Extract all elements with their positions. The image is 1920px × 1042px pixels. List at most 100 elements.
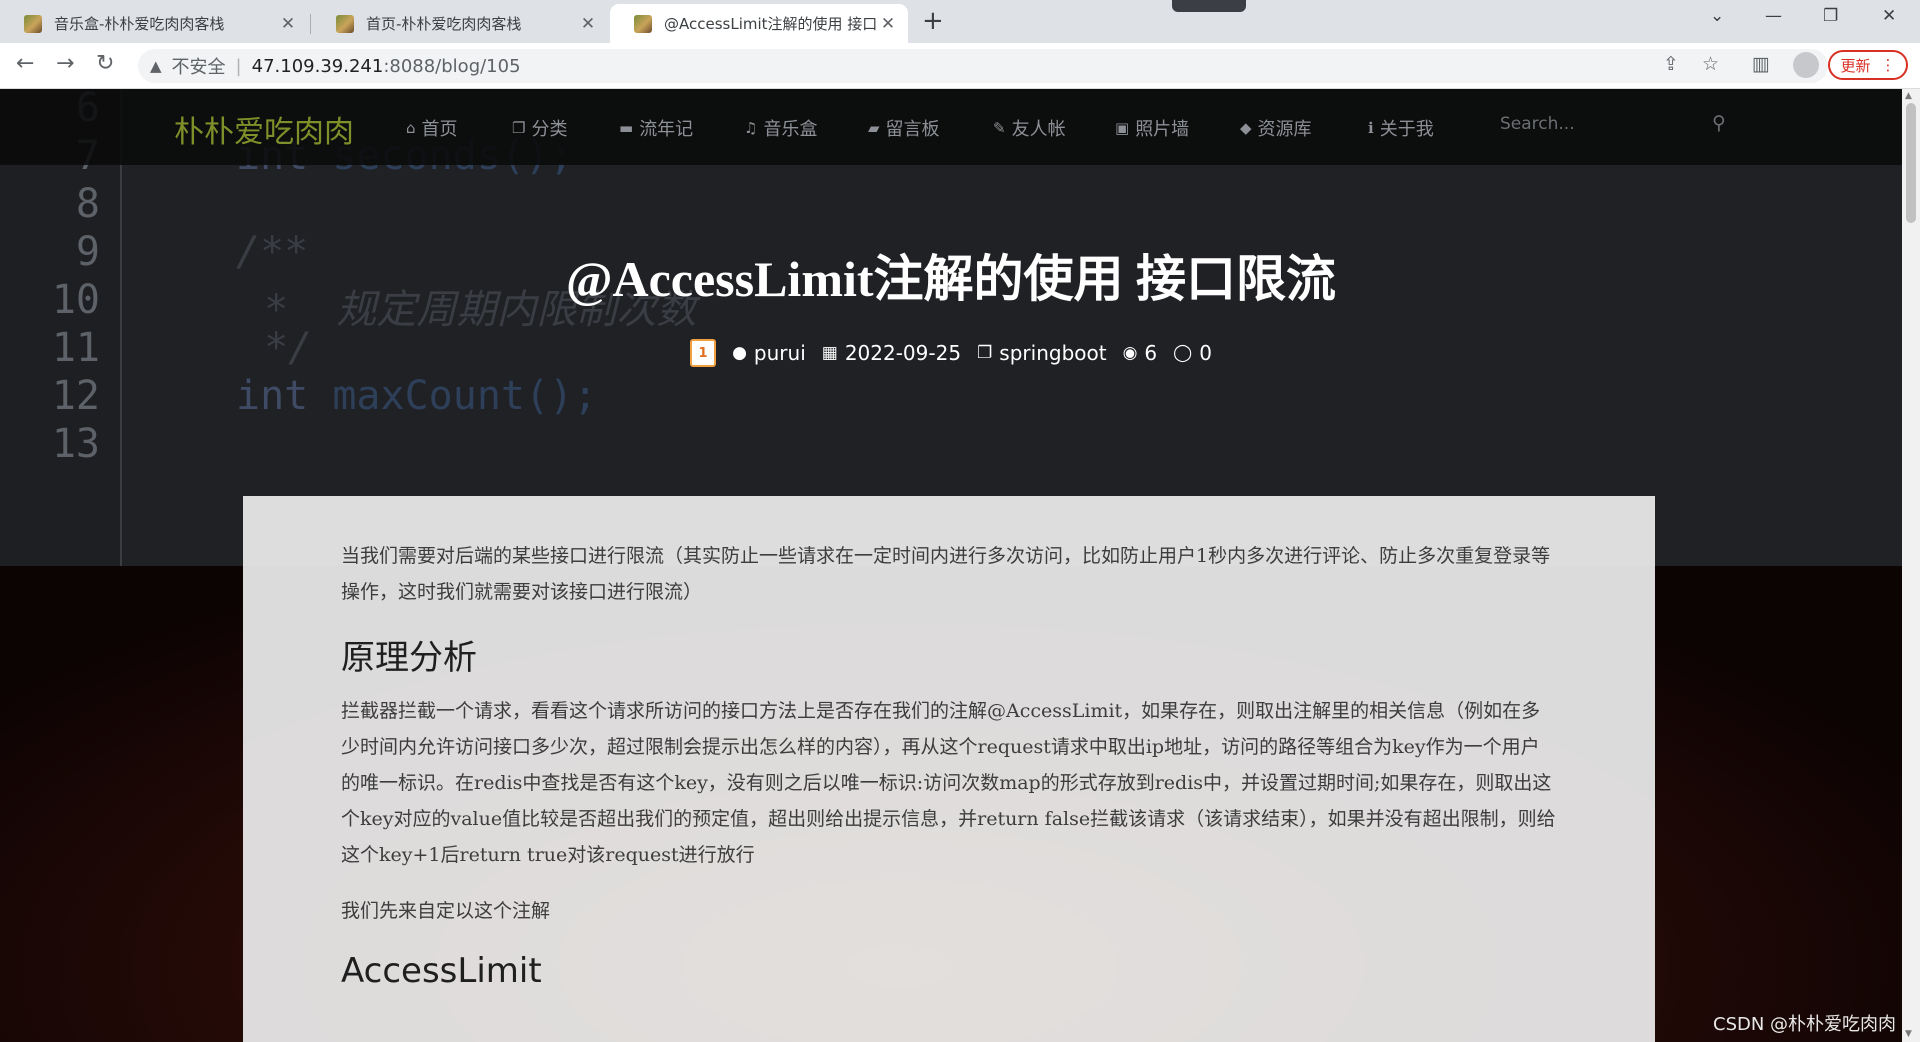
site-favicon-icon — [634, 14, 652, 33]
bookmark-star-icon[interactable]: ☆ — [1702, 53, 1719, 75]
article-heading: AccessLimit — [341, 951, 542, 991]
photo-icon: ▣ — [1115, 119, 1130, 137]
nav-item-message-board[interactable]: ▰ 留言板 — [868, 115, 940, 141]
article-heading: 原理分析 — [341, 638, 477, 678]
nav-item-music[interactable]: ♫ 音乐盒 — [744, 115, 817, 141]
pencil-icon: ✎ — [993, 119, 1006, 137]
line-number: 13 — [51, 421, 100, 467]
nav-label: 分类 — [531, 119, 568, 140]
user-icon: ● — [732, 343, 747, 363]
url-host: 47.109.39.241 — [251, 55, 384, 77]
nav-label: 首页 — [421, 119, 458, 140]
page-scrollbar[interactable]: ▲ ▼ — [1902, 89, 1920, 1042]
comments-count: 0 — [1199, 341, 1212, 365]
nav-item-timeline[interactable]: ▬ 流年记 — [619, 115, 693, 141]
scroll-down-icon[interactable]: ▼ — [1905, 1029, 1912, 1039]
back-button[interactable]: ← — [16, 51, 34, 76]
page-viewport: 6 7 8 9 10 11 12 13 int seconds(); /** *… — [0, 89, 1902, 1042]
browser-toolbar: ← → ↻ ▲ 不安全 | 47.109.39.241 :8088/blog/1… — [0, 43, 1920, 89]
tab-close-icon[interactable]: ✕ — [278, 14, 298, 34]
post-title: @AccessLimit注解的使用 接口限流 — [565, 251, 1337, 307]
article-paragraph: 我们先来自定以这个注解 — [341, 900, 551, 922]
tab-title: @AccessLimit注解的使用 接口限 — [664, 15, 878, 33]
tab-close-icon[interactable]: ✕ — [878, 14, 898, 34]
line-number: 8 — [75, 181, 100, 227]
site-brand[interactable]: 朴朴爱吃肉肉 — [174, 107, 354, 151]
nav-item-about[interactable]: ℹ 关于我 — [1368, 115, 1434, 141]
reload-button[interactable]: ↻ — [96, 51, 114, 76]
nav-label: 音乐盒 — [763, 119, 818, 140]
nav-label: 流年记 — [639, 119, 694, 140]
minimize-button[interactable]: — — [1765, 6, 1782, 26]
close-window-button[interactable]: ✕ — [1882, 6, 1896, 26]
csdn-watermark: CSDN @朴朴爱吃肉肉 — [1713, 1014, 1897, 1035]
nav-label: 关于我 — [1379, 119, 1434, 140]
post-type-badge: 1 — [690, 339, 717, 367]
nav-item-resources[interactable]: ◆ 资源库 — [1240, 115, 1312, 141]
nav-item-friends[interactable]: ✎ 友人帐 — [993, 115, 1066, 141]
nav-label: 留言板 — [885, 119, 940, 140]
info-icon: ℹ — [1368, 119, 1374, 137]
author-name: purui — [753, 341, 806, 365]
tab-separator — [310, 14, 311, 34]
article-body: 当我们需要对后端的某些接口进行限流（其实防止一些请求在一定时间内进行多次访问，比… — [243, 496, 1655, 1042]
nav-item-photos[interactable]: ▣ 照片墙 — [1115, 115, 1189, 141]
message-board-icon: ▰ — [868, 119, 880, 137]
article-paragraph: 拦截器拦截一个请求，看看这个请求所访问的接口方法上是否存在我们的注解@Acces… — [341, 700, 1556, 866]
nav-label: 照片墙 — [1135, 119, 1190, 140]
nav-item-category[interactable]: ❐ 分类 — [512, 115, 567, 141]
line-number: 12 — [51, 373, 100, 419]
category-icon: ❐ — [977, 343, 993, 363]
tab-title: 首页-朴朴爱吃肉肉客栈 — [366, 15, 522, 33]
post-views: ◉ 6 — [1123, 341, 1158, 365]
article-paragraph: 当我们需要对后端的某些接口进行限流（其实防止一些请求在一定时间内进行多次访问，比… — [341, 545, 1551, 603]
tab-home[interactable]: 首页-朴朴爱吃肉肉客栈 ✕ — [312, 4, 608, 43]
warning-triangle-icon[interactable]: ▲ — [150, 57, 162, 75]
tab-music-box[interactable]: 音乐盒-朴朴爱吃肉肉客栈 ✕ — [0, 4, 308, 43]
category-icon: ❐ — [512, 119, 526, 137]
tab-accesslimit-post[interactable]: @AccessLimit注解的使用 接口限 ✕ — [610, 4, 908, 43]
profile-avatar[interactable] — [1793, 52, 1819, 78]
security-label[interactable]: 不安全 — [172, 53, 226, 79]
calendar-icon: ▦ — [821, 343, 838, 363]
post-author: ● purui — [732, 341, 806, 365]
site-favicon-icon — [24, 14, 42, 33]
code-line: int maxCount(); — [236, 373, 597, 419]
maximize-button[interactable]: ❐ — [1823, 6, 1838, 26]
views-count: 6 — [1144, 341, 1158, 365]
update-button[interactable]: 更新 ⋮ — [1828, 50, 1908, 80]
site-navbar: 朴朴爱吃肉肉 ⌂ 首页 ❐ 分类 ▬ 流年记 ♫ 音乐盒 ▰ 留言板 ✎ 友人帐 ▣ 照片墙 … — [0, 89, 1902, 165]
site-favicon-icon — [336, 14, 354, 33]
timeline-icon: ▬ — [619, 119, 634, 137]
graduation-cap-icon: ◆ — [1240, 119, 1252, 137]
code-text: maxCount(); — [308, 373, 598, 419]
search-input[interactable]: Search... — [1500, 114, 1575, 134]
search-icon[interactable]: ⚲ — [1712, 112, 1726, 134]
code-keyword: int — [236, 373, 309, 419]
update-label: 更新 — [1840, 56, 1871, 75]
address-bar[interactable]: ▲ 不安全 | 47.109.39.241 :8088/blog/105 — [138, 49, 1828, 83]
nav-item-home[interactable]: ⌂ 首页 — [406, 115, 458, 141]
scroll-thumb[interactable] — [1906, 103, 1916, 223]
post-category[interactable]: ❐ springboot — [977, 341, 1107, 365]
nav-label: 资源库 — [1257, 119, 1312, 140]
scroll-up-icon[interactable]: ▲ — [1905, 91, 1912, 101]
nav-label: 友人帐 — [1011, 119, 1066, 140]
url-path: :8088/blog/105 — [383, 55, 521, 77]
post-meta: 1 ● purui ▦ 2022-09-25 ❐ springboot ◉ 6 ◯ 0 — [0, 339, 1902, 367]
home-icon: ⌂ — [406, 119, 416, 137]
eye-icon: ◉ — [1122, 343, 1138, 363]
new-tab-button[interactable]: + — [922, 6, 944, 36]
music-icon: ♫ — [744, 119, 758, 137]
share-icon[interactable]: ⇪ — [1663, 53, 1679, 75]
tab-search-button[interactable]: ⌄ — [1710, 6, 1724, 26]
forward-button[interactable]: → — [56, 51, 74, 76]
side-panel-icon[interactable]: ▥ — [1752, 53, 1770, 75]
address-divider: | — [235, 55, 242, 77]
tab-strip: 音乐盒-朴朴爱吃肉肉客栈 ✕ 首页-朴朴爱吃肉肉客栈 ✕ @AccessLimi… — [0, 0, 1920, 43]
tab-close-icon[interactable]: ✕ — [578, 14, 598, 34]
comment-icon: ◯ — [1173, 343, 1193, 363]
camera-notch — [1172, 0, 1246, 12]
post-date: ▦ 2022-09-25 — [822, 341, 961, 365]
date-text: 2022-09-25 — [844, 341, 962, 365]
